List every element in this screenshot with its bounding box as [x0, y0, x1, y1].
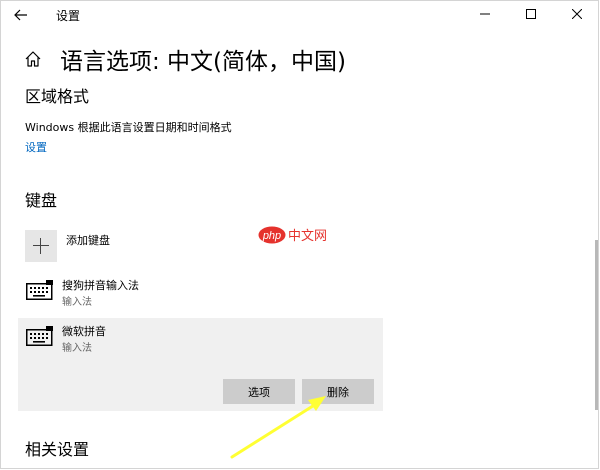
related-settings-heading: 相关设置	[25, 440, 90, 459]
keyboard-name: 搜狗拼音输入法	[62, 279, 139, 292]
home-icon[interactable]	[24, 50, 42, 68]
close-button[interactable]	[554, 0, 600, 30]
keyboard-heading: 键盘	[25, 191, 58, 210]
scrollbar[interactable]	[595, 240, 598, 410]
watermark-text: 中文网	[288, 229, 327, 244]
title-bar: 设置	[0, 0, 600, 30]
maximize-button[interactable]	[508, 0, 554, 30]
minimize-icon	[480, 13, 490, 15]
plus-icon	[25, 230, 57, 262]
maximize-icon	[526, 9, 536, 19]
svg-text:php: php	[262, 230, 281, 242]
add-keyboard-label: 添加键盘	[66, 234, 110, 247]
region-settings-link[interactable]: 设置	[25, 139, 47, 155]
close-icon	[572, 9, 582, 19]
region-format-description: Windows 根据此语言设置日期和时间格式	[25, 121, 232, 134]
annotation-arrow	[230, 396, 326, 459]
keyboard-type: 输入法	[62, 343, 92, 354]
keyboard-icon	[26, 280, 53, 300]
page-title: 语言选项: 中文(简体，中国)	[60, 49, 347, 75]
keyboard-icon	[26, 326, 53, 346]
window-title: 设置	[56, 9, 81, 23]
back-arrow-icon	[14, 9, 27, 21]
minimize-button[interactable]	[462, 0, 508, 30]
back-button[interactable]	[10, 4, 34, 26]
php-watermark-logo: php 中文网	[258, 226, 327, 244]
region-format-heading: 区域格式	[25, 87, 90, 106]
keyboard-type: 输入法	[62, 297, 92, 308]
keyboard-name: 微软拼音	[62, 325, 106, 338]
keyboard-item-sogou[interactable]: 搜狗拼音输入法 输入法	[18, 272, 383, 318]
